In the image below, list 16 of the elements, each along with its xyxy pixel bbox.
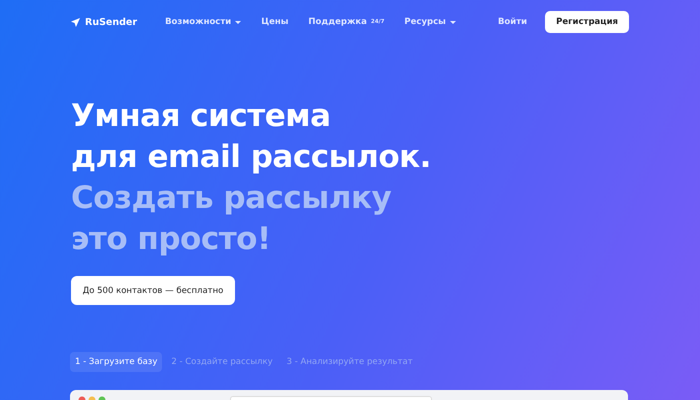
headline-line: Умная система [71,97,332,136]
headline-line: это просто! [71,220,272,259]
nav-link[interactable]: Поддержка $^{24/7}$ [308,17,384,27]
register-button[interactable]: Регистрация [545,11,629,33]
step-tab[interactable]: 2 - Создайте рассылку [166,352,278,372]
headline-line: Создать рассылку [71,179,392,218]
step-tab[interactable]: 1 - Загрузите базу [70,352,162,372]
nav-link[interactable]: Цены [261,17,288,27]
headline-line: для email рассылок. [71,138,432,177]
nav-link[interactable]: Ресурсы [404,17,456,27]
nav-link[interactable]: Возможности [165,17,242,27]
step-tab[interactable]: 3 - Анализируйте результат [282,352,418,372]
send-icon [71,18,80,26]
logo-text: RuSender [85,16,138,28]
free-contacts-button[interactable]: До 500 контактов — бесплатно [71,276,235,305]
login-link[interactable]: Войти [498,17,528,27]
